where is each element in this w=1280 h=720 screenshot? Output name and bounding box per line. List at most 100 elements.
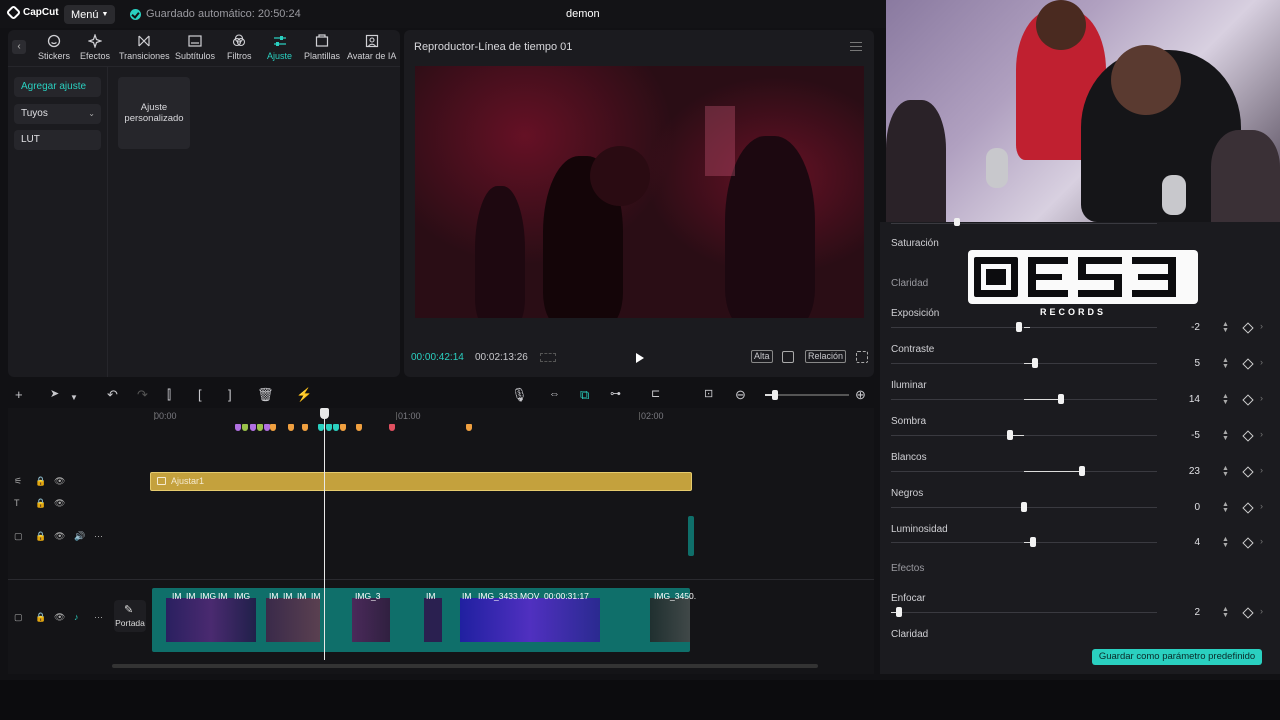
slider-thumb[interactable] — [1058, 394, 1064, 404]
keyframe-icon[interactable] — [1242, 322, 1254, 334]
chevron-right-icon[interactable]: › — [1260, 321, 1263, 331]
slider-blacks[interactable] — [891, 502, 1157, 512]
beat-marker[interactable] — [466, 424, 472, 431]
eye-icon[interactable]: 👁 — [54, 476, 65, 487]
lock-icon[interactable]: 🔒 — [35, 531, 46, 542]
keyframe-icon[interactable] — [1242, 537, 1254, 549]
fullscreen-crop-icon[interactable] — [782, 351, 794, 363]
beat-marker[interactable] — [356, 424, 362, 431]
menu-button[interactable]: Menú ▼ — [64, 5, 116, 24]
stepper-icon[interactable]: ▲ ▼ — [1222, 501, 1229, 514]
zoom-in-icon[interactable]: ⊕ — [855, 388, 866, 401]
slider-thumb[interactable] — [1007, 430, 1013, 440]
split-left-icon[interactable]: [ — [198, 388, 202, 401]
slider-thumb[interactable] — [1079, 466, 1085, 476]
video-clip[interactable] — [352, 598, 390, 642]
undo-icon[interactable]: ↶ — [107, 388, 118, 401]
tab-filters[interactable]: Filtros — [227, 34, 252, 61]
chevron-right-icon[interactable]: › — [1260, 357, 1263, 367]
audio-icon[interactable]: ♪ — [74, 612, 79, 622]
hamburger-menu-icon[interactable] — [850, 42, 862, 51]
beat-marker[interactable] — [288, 424, 294, 431]
snap-icon[interactable]: ⧉ — [580, 388, 589, 401]
beat-marker[interactable] — [333, 424, 339, 431]
save-preset-button[interactable]: Guardar como parámetro predefinido — [1092, 649, 1262, 665]
beat-marker[interactable] — [340, 424, 346, 431]
video-preview[interactable] — [415, 66, 864, 318]
keyframe-icon[interactable] — [1242, 607, 1254, 619]
slider-exposure[interactable] — [891, 322, 1157, 332]
tab-adjust[interactable]: Ajuste — [267, 34, 292, 61]
tab-stickers[interactable]: Stickers — [38, 34, 70, 61]
stepper-icon[interactable]: ▲ ▼ — [1222, 393, 1229, 406]
slider-brighten[interactable] — [891, 394, 1157, 404]
speaker-icon[interactable]: 🔊 — [74, 531, 85, 542]
ratio-button[interactable]: Relación — [805, 350, 847, 363]
eye-icon[interactable]: 👁 — [54, 531, 65, 542]
stepper-icon[interactable]: ▲ ▼ — [1222, 465, 1229, 478]
custom-adjust-card[interactable]: Ajuste personalizado — [118, 77, 190, 149]
tab-templates[interactable]: Plantillas — [304, 34, 340, 61]
cover-button[interactable]: Portada — [114, 600, 146, 632]
sidebar-item-lut[interactable]: LUT — [14, 130, 101, 150]
stepper-icon[interactable]: ▲ ▼ — [1222, 429, 1229, 442]
chevron-down-icon[interactable]: ▼ — [70, 391, 78, 404]
microphone-icon[interactable]: 🎙 — [511, 388, 528, 401]
video-clip[interactable] — [266, 598, 320, 642]
timeline-scrollbar[interactable] — [112, 664, 818, 668]
slider-thumb[interactable] — [954, 218, 960, 226]
chevron-right-icon[interactable]: › — [1260, 536, 1263, 546]
slider-thumb[interactable] — [1030, 537, 1036, 547]
beat-marker[interactable] — [389, 424, 395, 431]
slider-luminosity[interactable] — [891, 537, 1157, 547]
keyframe-icon[interactable] — [1242, 430, 1254, 442]
stepper-icon[interactable]: ▲ ▼ — [1222, 321, 1229, 334]
cursor-icon[interactable]: ➤ — [50, 388, 59, 401]
slider-value[interactable]: 0 — [1160, 502, 1200, 513]
slider-thumb[interactable] — [1016, 322, 1022, 332]
slider-value[interactable]: 4 — [1160, 537, 1200, 548]
collapse-arrow-icon[interactable]: ‹ — [12, 40, 26, 54]
stepper-icon[interactable]: ▲ ▼ — [1222, 357, 1229, 370]
chevron-right-icon[interactable]: › — [1260, 606, 1263, 616]
quality-button[interactable]: Alta — [751, 350, 773, 363]
sidebar-item-add-adjust[interactable]: Agregar ajuste — [14, 77, 101, 97]
play-icon[interactable] — [636, 353, 644, 363]
preview-axis-icon[interactable]: ⊏ — [651, 388, 660, 401]
link-icon[interactable]: ⇔ — [549, 388, 560, 401]
eye-icon[interactable]: 👁 — [54, 612, 65, 623]
video-clip[interactable] — [650, 598, 690, 642]
tab-transitions[interactable]: Transiciones — [119, 34, 170, 61]
tab-subtitles[interactable]: Subtítulos — [175, 34, 215, 61]
split-icon[interactable]: ⫿ — [167, 388, 171, 401]
tab-effects[interactable]: Efectos — [80, 34, 110, 61]
slider-thumb[interactable] — [896, 607, 902, 617]
slider-value[interactable]: 14 — [1160, 394, 1200, 405]
lock-icon[interactable]: 🔒 — [35, 476, 46, 487]
beat-marker[interactable] — [302, 424, 308, 431]
more-icon[interactable]: ⋯ — [94, 531, 103, 542]
playhead[interactable] — [324, 414, 325, 660]
slider-whites[interactable] — [891, 466, 1157, 476]
main-video-track[interactable]: IM IM IMG IM IMG IM IM IM IM IMG_3 IM IM… — [152, 588, 696, 652]
lock-icon[interactable]: 🔒 — [35, 498, 46, 509]
slider-value[interactable]: 2 — [1160, 607, 1200, 618]
delete-icon[interactable]: 🗑 — [257, 388, 274, 401]
zoom-out-icon[interactable]: ⊖ — [735, 388, 746, 401]
add-icon[interactable]: + — [15, 388, 23, 401]
slider-value[interactable]: 23 — [1160, 466, 1200, 477]
keyframe-icon[interactable] — [1242, 394, 1254, 406]
stepper-icon[interactable]: ▲ ▼ — [1222, 606, 1229, 619]
video-clip[interactable] — [166, 598, 256, 642]
sidebar-item-yours[interactable]: Tuyos ⌄ — [14, 104, 101, 124]
expand-icon[interactable] — [856, 351, 868, 363]
eye-icon[interactable]: 👁 — [54, 498, 65, 509]
adjust-clip[interactable]: Ajustar1 — [150, 472, 692, 491]
slider-thumb[interactable] — [1021, 502, 1027, 512]
zoom-thumb[interactable] — [772, 390, 778, 400]
beat-marker[interactable] — [242, 424, 248, 431]
beat-marker[interactable] — [270, 424, 276, 431]
slider-sharpen[interactable] — [891, 607, 1157, 617]
clip-sliver[interactable] — [688, 516, 694, 556]
chevron-right-icon[interactable]: › — [1260, 465, 1263, 475]
